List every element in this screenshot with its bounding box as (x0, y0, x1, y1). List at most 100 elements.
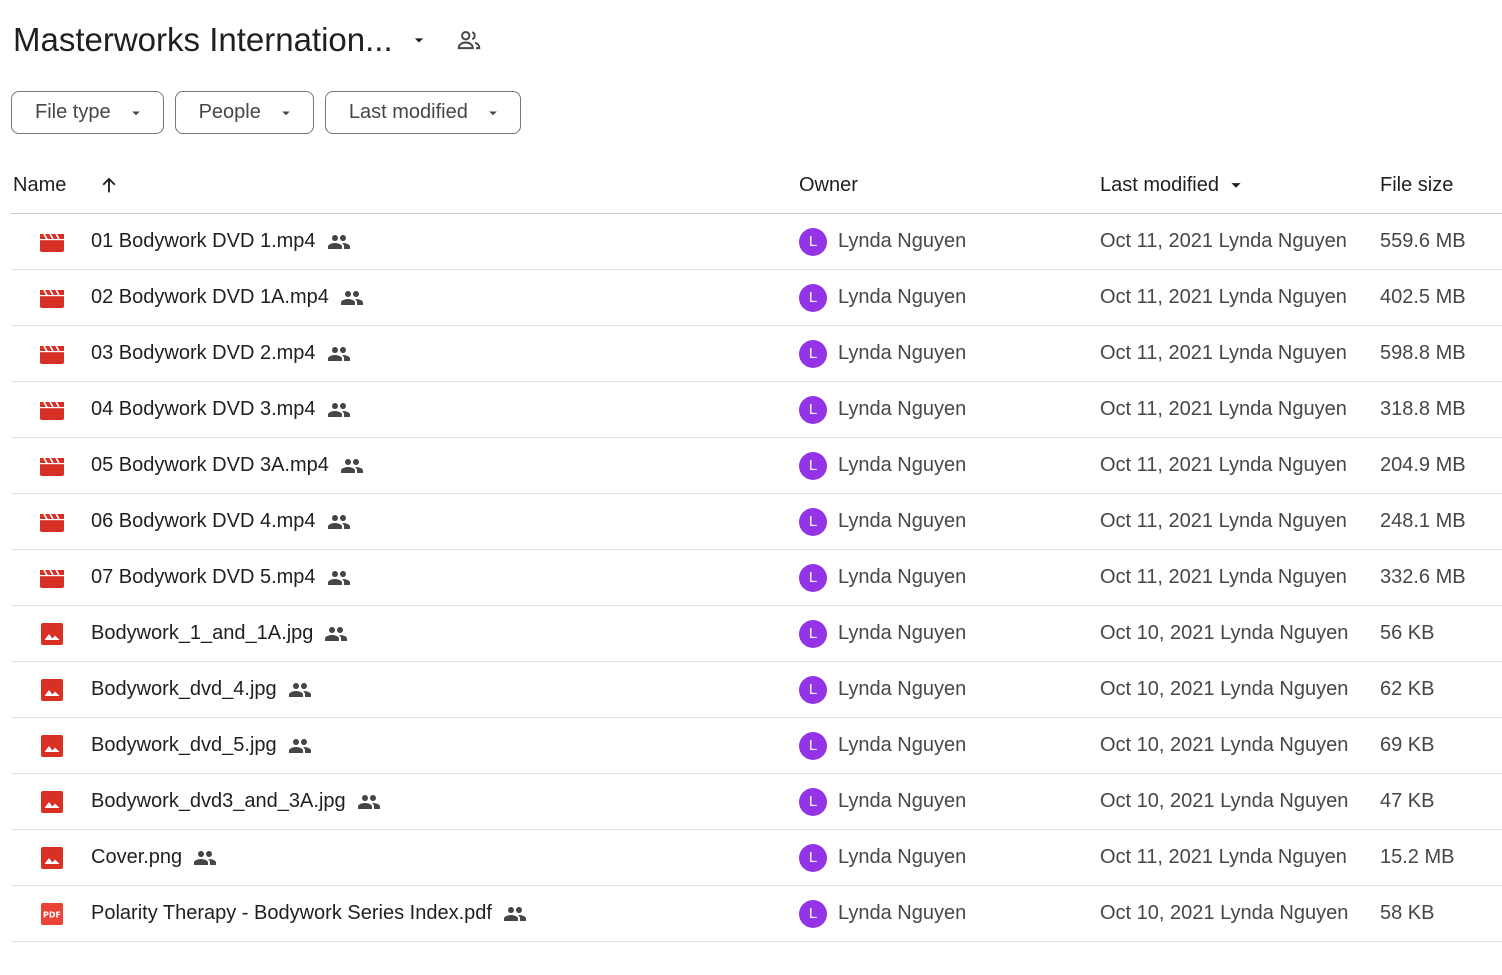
file-name: Cover.png (91, 846, 183, 868)
video-file-icon (39, 270, 65, 325)
avatar: L (799, 507, 827, 536)
file-row[interactable]: 07 Bodywork DVD 5.mp4 L Lynda Nguyen Oct… (11, 550, 1502, 606)
file-size-cell: 15.2 MB (1380, 846, 1455, 868)
file-name: Bodywork_dvd3_and_3A.jpg (91, 790, 346, 812)
shared-people-icon (327, 230, 351, 254)
owner-column-header[interactable]: Owner (799, 162, 858, 208)
file-name: 06 Bodywork DVD 4.mp4 (91, 510, 316, 532)
arrow-drop-down-icon (484, 104, 502, 122)
owner-name: Lynda Nguyen (838, 510, 967, 532)
video-file-icon (39, 326, 65, 381)
last-modified-cell: Oct 11, 2021 Lynda Nguyen (1100, 454, 1347, 476)
file-name-cell[interactable]: 01 Bodywork DVD 1.mp4 (91, 214, 351, 269)
file-row[interactable]: 04 Bodywork DVD 3.mp4 L Lynda Nguyen Oct… (11, 382, 1502, 438)
file-name-cell[interactable]: Bodywork_1_and_1A.jpg (91, 606, 348, 661)
last-modified-cell: Oct 10, 2021 Lynda Nguyen (1100, 622, 1349, 644)
folder-title[interactable]: Masterworks Internation... (13, 21, 393, 59)
file-name-cell[interactable]: Bodywork_dvd_4.jpg (91, 662, 312, 717)
file-row[interactable]: 02 Bodywork DVD 1A.mp4 L Lynda Nguyen Oc… (11, 270, 1502, 326)
file-row[interactable]: 05 Bodywork DVD 3A.mp4 L Lynda Nguyen Oc… (11, 438, 1502, 494)
owner-cell: L Lynda Nguyen (799, 830, 966, 885)
file-name-cell[interactable]: 05 Bodywork DVD 3A.mp4 (91, 438, 364, 493)
owner-name: Lynda Nguyen (838, 398, 967, 420)
file-size-cell: 598.8 MB (1380, 342, 1466, 364)
arrow-drop-down-icon (277, 104, 295, 122)
file-size-cell: 56 KB (1380, 622, 1435, 644)
people-outline-icon[interactable] (455, 26, 483, 54)
file-name: 02 Bodywork DVD 1A.mp4 (91, 286, 329, 308)
owner-cell: L Lynda Nguyen (799, 774, 966, 829)
file-name: Bodywork_dvd_4.jpg (91, 678, 277, 700)
owner-cell: L Lynda Nguyen (799, 606, 966, 661)
last-modified-filter-label: Last modified (348, 101, 468, 123)
file-size-cell: 248.1 MB (1380, 510, 1466, 532)
last-modified-cell: Oct 10, 2021 Lynda Nguyen (1100, 902, 1349, 924)
shared-people-icon (327, 510, 351, 534)
file-name-cell[interactable]: 02 Bodywork DVD 1A.mp4 (91, 270, 364, 325)
owner-name: Lynda Nguyen (838, 566, 967, 588)
file-row[interactable]: 06 Bodywork DVD 4.mp4 L Lynda Nguyen Oct… (11, 494, 1502, 550)
video-file-icon (39, 382, 65, 437)
owner-cell: L Lynda Nguyen (799, 718, 966, 773)
file-size-cell: 62 KB (1380, 678, 1435, 700)
file-row[interactable]: Bodywork_1_and_1A.jpg L Lynda Nguyen Oct… (11, 606, 1502, 662)
file-name-cell[interactable]: Bodywork_dvd_5.jpg (91, 718, 312, 773)
people-filter-label: People (198, 101, 261, 123)
video-file-icon (39, 494, 65, 549)
last-modified-column-label: Last modified (1100, 173, 1219, 196)
avatar: L (799, 675, 827, 704)
file-list-header: Name Owner Last modified File size (11, 162, 1502, 214)
file-type-filter-button[interactable]: File type (11, 91, 164, 134)
owner-cell: L Lynda Nguyen (799, 326, 966, 381)
file-name: 07 Bodywork DVD 5.mp4 (91, 566, 316, 588)
image-file-icon (39, 830, 65, 885)
file-row[interactable]: Cover.png L Lynda Nguyen Oct 11, 2021 Ly… (11, 830, 1502, 886)
owner-cell: L Lynda Nguyen (799, 270, 966, 325)
owner-name: Lynda Nguyen (838, 454, 967, 476)
file-size-column-header[interactable]: File size (1380, 162, 1453, 208)
shared-people-icon (324, 622, 348, 646)
avatar: L (799, 899, 827, 928)
arrow-drop-down-icon (1225, 174, 1247, 196)
avatar: L (799, 283, 827, 312)
owner-name: Lynda Nguyen (838, 902, 967, 924)
owner-name: Lynda Nguyen (838, 622, 967, 644)
last-modified-cell: Oct 11, 2021 Lynda Nguyen (1100, 846, 1347, 868)
last-modified-column-header[interactable]: Last modified (1100, 162, 1247, 208)
file-name-cell[interactable]: Polarity Therapy - Bodywork Series Index… (91, 886, 527, 941)
file-name-cell[interactable]: 04 Bodywork DVD 3.mp4 (91, 382, 351, 437)
file-row[interactable]: Bodywork_dvd_4.jpg L Lynda Nguyen Oct 10… (11, 662, 1502, 718)
file-size-cell: 332.6 MB (1380, 566, 1466, 588)
shared-people-icon (327, 566, 351, 590)
file-name-cell[interactable]: Bodywork_dvd3_and_3A.jpg (91, 774, 381, 829)
name-column-header[interactable]: Name (13, 162, 66, 208)
video-file-icon (39, 550, 65, 605)
avatar: L (799, 563, 827, 592)
shared-people-icon (357, 790, 381, 814)
last-modified-cell: Oct 10, 2021 Lynda Nguyen (1100, 678, 1349, 700)
shared-people-icon (288, 678, 312, 702)
file-name-cell[interactable]: 07 Bodywork DVD 5.mp4 (91, 550, 351, 605)
arrow-drop-down-icon[interactable] (405, 26, 433, 54)
file-row[interactable]: 01 Bodywork DVD 1.mp4 L Lynda Nguyen Oct… (11, 214, 1502, 270)
last-modified-filter-button[interactable]: Last modified (324, 91, 521, 134)
file-name-cell[interactable]: 03 Bodywork DVD 2.mp4 (91, 326, 351, 381)
arrow-drop-down-icon (127, 104, 145, 122)
owner-name: Lynda Nguyen (838, 790, 967, 812)
svg-text:PDF: PDF (43, 910, 61, 919)
file-row[interactable]: Bodywork_dvd_5.jpg L Lynda Nguyen Oct 10… (11, 718, 1502, 774)
people-filter-button[interactable]: People (174, 91, 314, 134)
owner-cell: L Lynda Nguyen (799, 438, 966, 493)
file-name-cell[interactable]: Cover.png (91, 830, 217, 885)
file-list: 01 Bodywork DVD 1.mp4 L Lynda Nguyen Oct… (11, 214, 1502, 942)
owner-name: Lynda Nguyen (838, 286, 967, 308)
file-row[interactable]: Bodywork_dvd3_and_3A.jpg L Lynda Nguyen … (11, 774, 1502, 830)
image-file-icon (39, 606, 65, 661)
file-row[interactable]: 03 Bodywork DVD 2.mp4 L Lynda Nguyen Oct… (11, 326, 1502, 382)
last-modified-cell: Oct 10, 2021 Lynda Nguyen (1100, 734, 1349, 756)
arrow-upward-icon[interactable] (97, 162, 121, 208)
file-row[interactable]: PDF Polarity Therapy - Bodywork Series I… (11, 886, 1502, 942)
owner-cell: L Lynda Nguyen (799, 550, 966, 605)
file-name-cell[interactable]: 06 Bodywork DVD 4.mp4 (91, 494, 351, 549)
file-size-cell: 47 KB (1380, 790, 1435, 812)
